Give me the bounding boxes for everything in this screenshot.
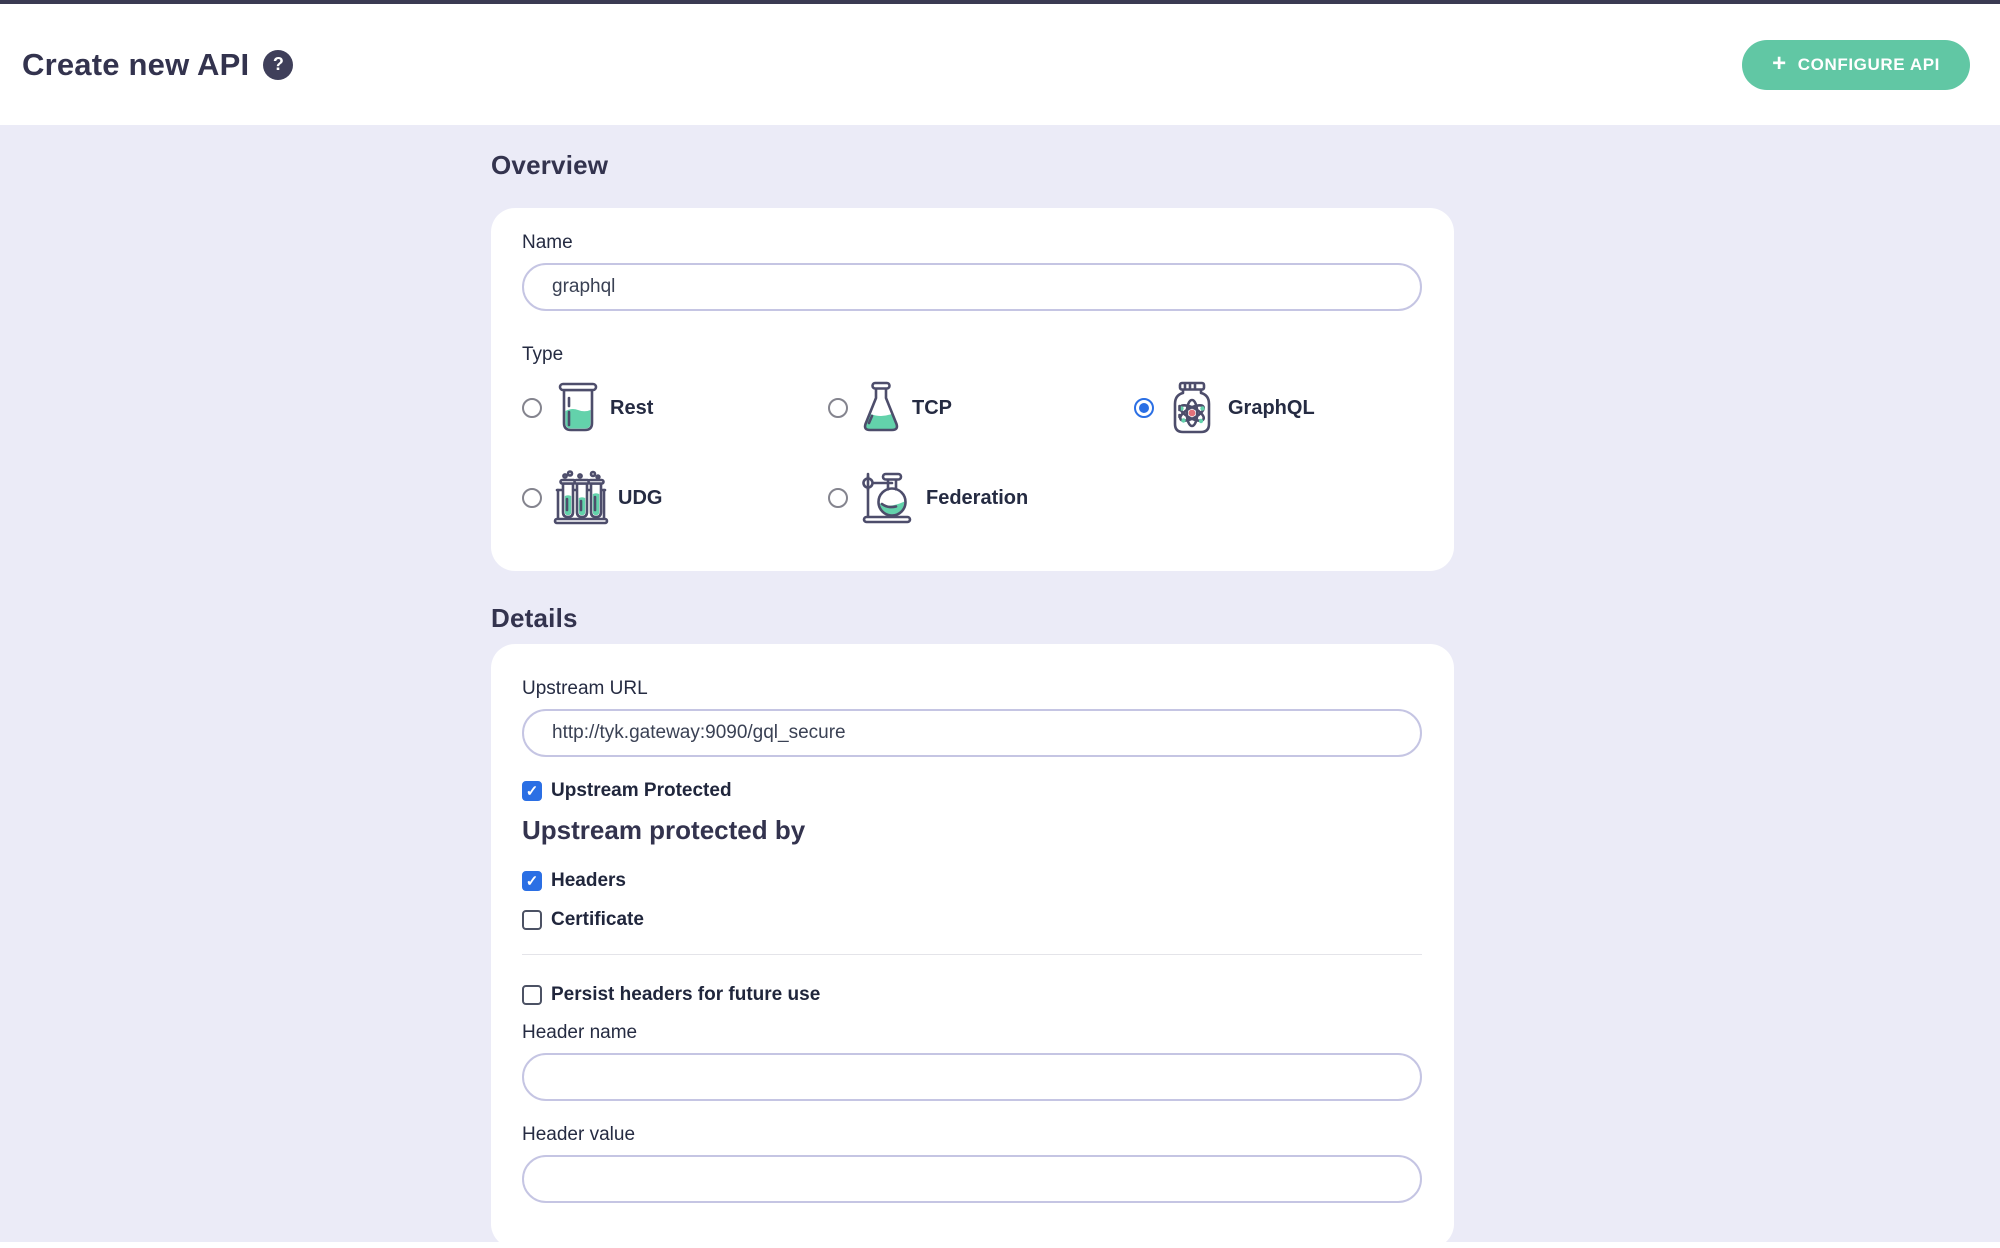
overview-section-title: Overview (491, 150, 1454, 181)
name-input[interactable] (522, 263, 1422, 311)
type-option-rest[interactable]: Rest (522, 380, 828, 436)
type-option-udg[interactable]: UDG (522, 470, 828, 526)
upstream-url-label: Upstream URL (522, 678, 648, 699)
overview-card: Name Type Rest (491, 208, 1454, 571)
test-tubes-icon (552, 470, 610, 526)
upstream-url-input[interactable] (522, 709, 1422, 757)
page-header: Create new API ? + CONFIGURE API (0, 4, 2000, 125)
checkbox-unchecked-icon[interactable] (522, 910, 542, 930)
headers-checkbox[interactable]: ✓ Headers (522, 870, 1424, 892)
certificate-checkbox[interactable]: Certificate (522, 909, 1424, 931)
headers-label: Headers (551, 870, 626, 892)
certificate-label: Certificate (551, 909, 644, 931)
header-value-input[interactable] (522, 1155, 1422, 1203)
beaker-icon (552, 381, 602, 435)
type-option-federation[interactable]: Federation (828, 470, 1134, 526)
header-name-input[interactable] (522, 1053, 1422, 1101)
radio-udg[interactable] (522, 488, 542, 508)
header-name-label: Header name (522, 1021, 1424, 1045)
details-card: Upstream URL ✓ Upstream Protected Upstre… (491, 644, 1454, 1248)
configure-api-button-label: CONFIGURE API (1798, 55, 1940, 75)
type-option-tcp[interactable]: TCP (828, 380, 1134, 436)
radio-federation[interactable] (828, 488, 848, 508)
checkbox-unchecked-icon[interactable] (522, 985, 542, 1005)
help-icon[interactable]: ? (263, 50, 293, 80)
upstream-protected-checkbox[interactable]: ✓ Upstream Protected (522, 780, 1424, 802)
type-option-label: Federation (926, 487, 1028, 510)
persist-headers-label: Persist headers for future use (551, 984, 820, 1006)
type-option-graphql[interactable]: GraphQL (1134, 380, 1424, 436)
radio-graphql[interactable] (1134, 398, 1154, 418)
page-title: Create new API (22, 47, 249, 83)
plus-icon: + (1772, 52, 1787, 76)
details-section-title: Details (491, 603, 1454, 634)
upstream-protected-label: Upstream Protected (551, 780, 732, 802)
flask-stand-icon (858, 470, 918, 526)
type-options-grid: Rest TCP (522, 380, 1424, 526)
type-label: Type (522, 343, 1424, 367)
radio-rest[interactable] (522, 398, 542, 418)
name-label: Name (522, 232, 573, 253)
flask-icon (858, 381, 904, 435)
upstream-protected-by-heading: Upstream protected by (522, 815, 1424, 846)
type-option-label: UDG (618, 487, 662, 510)
configure-api-button[interactable]: + CONFIGURE API (1742, 40, 1970, 90)
type-option-label: Rest (610, 397, 653, 420)
divider (522, 954, 1422, 955)
page-content: Overview Name Type (0, 125, 2000, 1242)
persist-headers-checkbox[interactable]: Persist headers for future use (522, 984, 1424, 1006)
type-option-label: GraphQL (1228, 397, 1315, 420)
type-option-label: TCP (912, 397, 952, 420)
header-value-label: Header value (522, 1123, 1424, 1147)
radio-tcp[interactable] (828, 398, 848, 418)
checkbox-checked-icon[interactable]: ✓ (522, 871, 542, 891)
checkbox-checked-icon[interactable]: ✓ (522, 781, 542, 801)
atom-jar-icon (1164, 380, 1220, 436)
